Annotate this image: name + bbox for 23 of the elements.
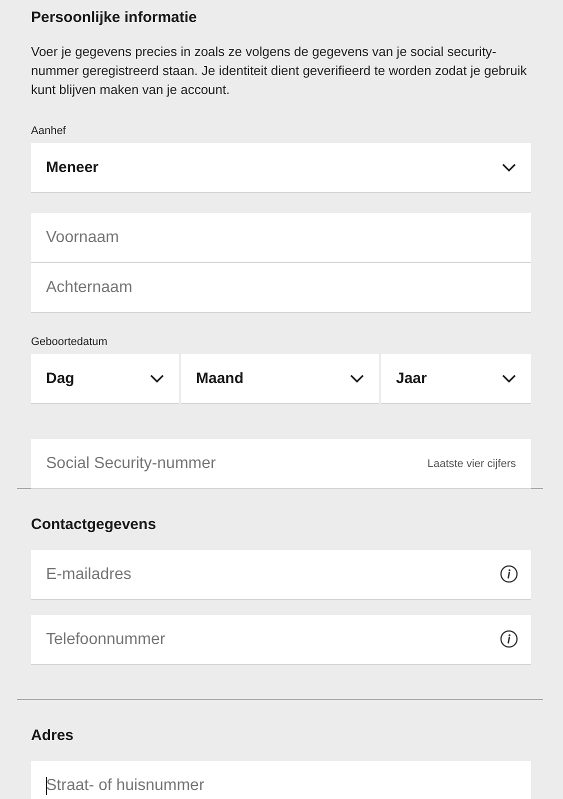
section-title: Persoonlijke informatie [31, 8, 198, 26]
section-title: Contactgegevens [31, 515, 158, 533]
input-field[interactable]: Telefoonnummer [31, 615, 531, 664]
field-label: Geboortedatum [31, 336, 108, 348]
section-title: Adres [31, 726, 75, 744]
chevron-down-icon [502, 163, 516, 172]
date-select[interactable]: Maand [181, 354, 379, 403]
salutation-select[interactable]: Meneer [31, 143, 531, 192]
text-cursor [46, 777, 47, 795]
chevron-down-icon [502, 374, 516, 383]
input-field[interactable]: E-mailadres [31, 550, 531, 599]
input-field[interactable]: Achternaam [31, 263, 531, 312]
field-label: Aanhef [31, 125, 67, 137]
date-select[interactable]: Jaar [381, 354, 531, 403]
date-select[interactable]: Dag [31, 354, 179, 403]
input-field[interactable]: Voornaam [31, 213, 531, 262]
chevron-down-icon [150, 374, 164, 383]
info-icon[interactable] [500, 565, 518, 583]
field-hint: Laatste vier cijfers [427, 458, 516, 470]
info-icon[interactable] [500, 630, 518, 648]
input-field[interactable]: Straat- of huisnummer [31, 761, 531, 799]
chevron-down-icon [350, 374, 364, 383]
intro-text: Voer je gegevens precies in zoals ze volgens de gegevens van je social security-nummer geregistreerd staan. Je identiteit dient geverifieerd te worden zodat je gebruik kunt blijven maken van je account. [31, 43, 528, 99]
